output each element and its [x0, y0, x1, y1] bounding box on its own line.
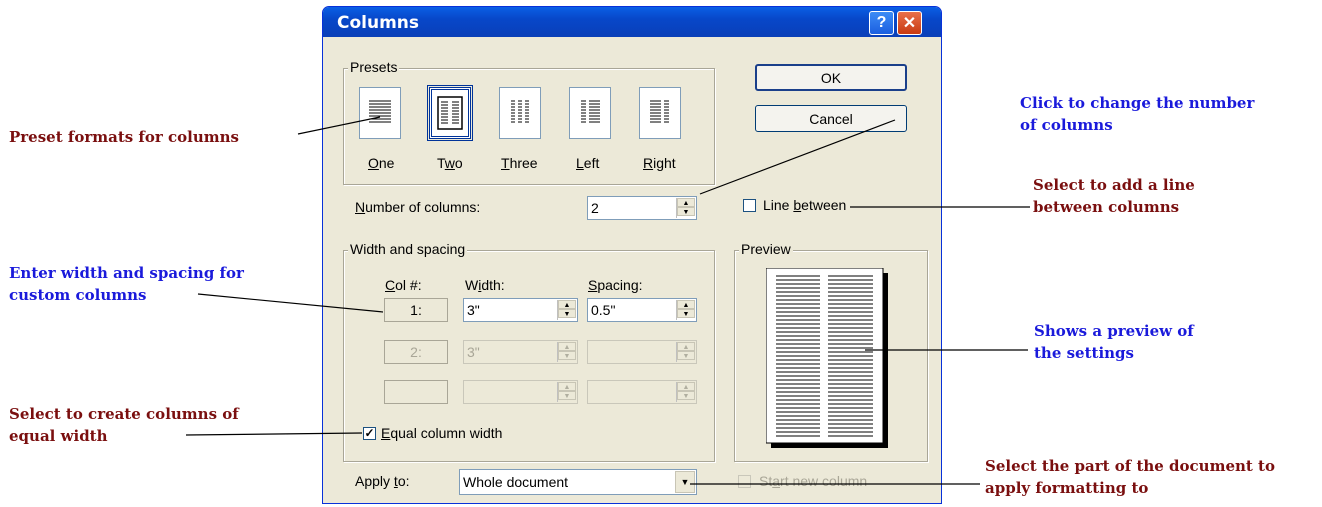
callout-line-preset: [297, 116, 381, 135]
callout-lines: [185, 116, 1030, 485]
callout-line-number-columns: [699, 119, 896, 195]
callout-line-width-spacing: [197, 293, 384, 313]
callout-line-equal-width: [185, 432, 363, 436]
